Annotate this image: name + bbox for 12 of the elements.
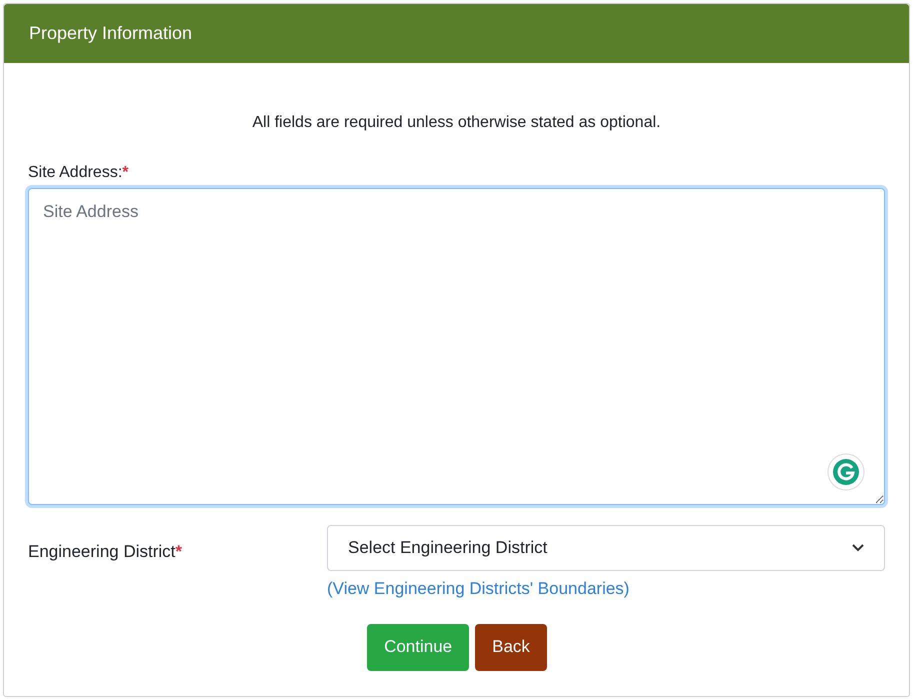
site-address-label: Site Address:	[28, 163, 122, 183]
assistant-icon[interactable]	[827, 453, 865, 491]
instruction-text: All fields are required unless otherwise stated as optional.	[252, 113, 661, 133]
back-button[interactable]: Back	[475, 624, 547, 670]
header-title: Property Information	[29, 22, 192, 45]
district-label: Engineering District	[28, 541, 176, 563]
required-marker: *	[122, 163, 129, 183]
district-select[interactable]: Select Engineering District	[327, 525, 885, 571]
site-address-field[interactable]: Site Address	[28, 188, 885, 505]
boundaries-link[interactable]: (View Engineering Districts' Boundaries)	[327, 576, 630, 602]
required-marker: *	[175, 541, 182, 563]
chevron-down-icon	[852, 544, 864, 552]
